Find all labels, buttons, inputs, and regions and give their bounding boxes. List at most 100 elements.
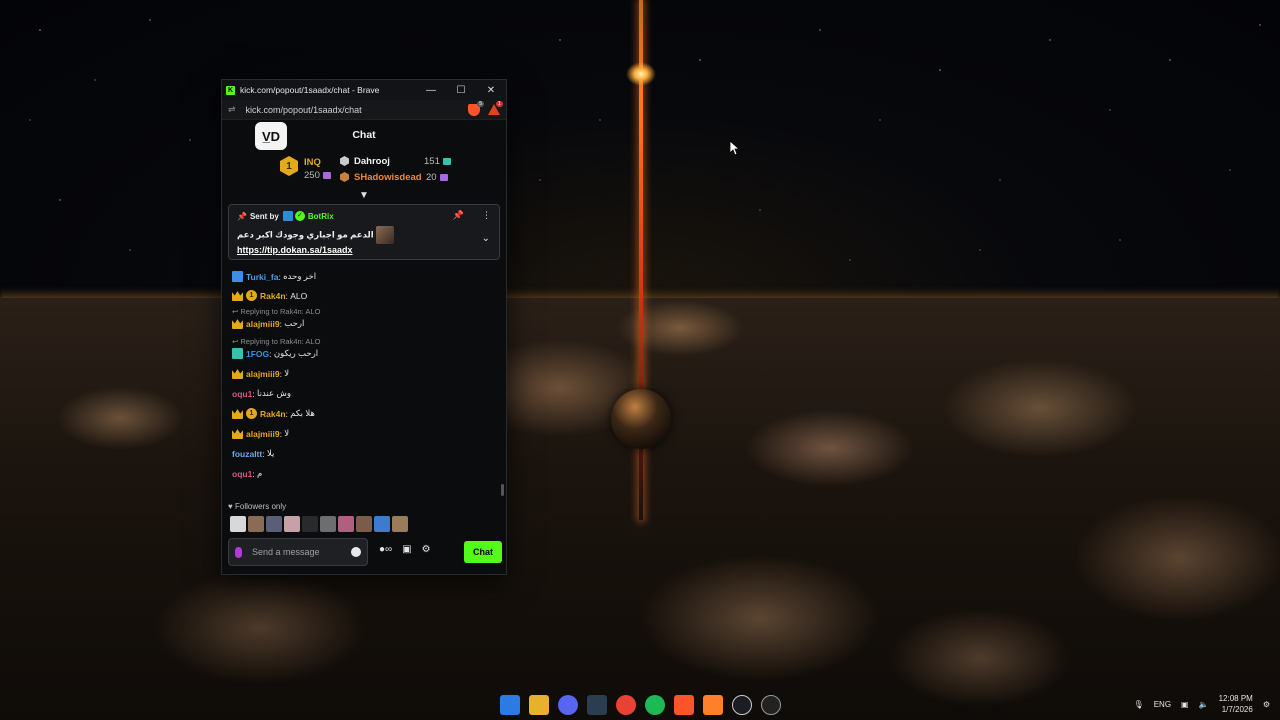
reply-text: Replying to Rak4n: ALO — [240, 337, 321, 346]
rewards-badge: 1 — [496, 101, 503, 107]
chat-username[interactable]: 1FOG — [246, 349, 269, 359]
minimize-button[interactable]: — — [416, 80, 446, 100]
site-settings-icon[interactable]: ⇌ — [228, 104, 236, 115]
file-explorer-icon[interactable] — [529, 695, 549, 715]
chat-message: Turki_fa: اخر وحده — [232, 271, 506, 282]
start-menu-icon[interactable] — [500, 695, 520, 715]
crown-badge-icon — [232, 409, 243, 419]
avatar[interactable] — [284, 516, 300, 532]
avatar[interactable] — [248, 516, 264, 532]
chat-username[interactable]: alajmiii9 — [246, 319, 280, 329]
chat-text: اخر وحده — [283, 271, 317, 281]
pinned-link[interactable]: https://tip.dokan.sa/1saadx — [237, 245, 491, 255]
system-tray: 🎙 ENG ▣ 🔈 12:08 PM 1/7/2026 ⚙ — [1134, 693, 1270, 715]
address-bar[interactable]: ⇌ kick.com/popout/1saadx/chat 5 1 — [222, 100, 506, 120]
avatar[interactable] — [338, 516, 354, 532]
chat-text: هلا بكم — [290, 408, 315, 418]
avatar[interactable] — [374, 516, 390, 532]
followers-only-notice: ♥ Followers only — [228, 502, 287, 511]
chat-username[interactable]: fouzaltt — [232, 449, 262, 459]
emoji-icon[interactable] — [351, 547, 361, 557]
rank-three-icon — [340, 172, 349, 182]
chat-tools: ●∞ ▣ ⚙ — [379, 544, 431, 555]
chat-text: يلا — [266, 448, 275, 458]
microphone-icon[interactable] — [235, 546, 242, 558]
reply-text: Replying to Rak4n: ALO — [240, 307, 321, 316]
reply-context[interactable]: ↩ Replying to Rak4n: ALO — [232, 337, 506, 346]
expand-leaderboard-icon[interactable]: ▼ — [222, 190, 506, 204]
leader-first-name[interactable]: INQ — [304, 157, 321, 168]
channel-avatar[interactable]: V̲D — [255, 122, 287, 150]
chat-username[interactable]: alajmiii9 — [246, 429, 280, 439]
crown-badge-icon — [232, 291, 243, 301]
send-chat-button[interactable]: Chat — [464, 541, 502, 563]
chat-username[interactable]: Rak4n — [260, 291, 286, 301]
avatar[interactable] — [320, 516, 336, 532]
rank-two-icon — [340, 156, 349, 166]
chat-message: 1FOG: ارحب ريكون — [232, 348, 506, 359]
discord-icon[interactable] — [558, 695, 578, 715]
taskbar-clock[interactable]: 12:08 PM 1/7/2026 — [1219, 693, 1253, 715]
chat-scrollbar[interactable] — [501, 484, 504, 496]
crown-badge-icon — [232, 369, 243, 379]
message-input[interactable]: Send a message — [252, 547, 351, 557]
gear-icon[interactable]: ⚙ — [422, 544, 431, 555]
pinned-message: 📌 Sent by ✓ BotRix الدعم مو اجباري وجودك… — [228, 204, 500, 260]
chat-username[interactable]: oqu1 — [232, 469, 252, 479]
url-text[interactable]: kick.com/popout/1saadx/chat — [246, 105, 468, 115]
avatar[interactable] — [230, 516, 246, 532]
emote-image — [376, 226, 394, 244]
pinned-sender-name[interactable]: BotRix — [308, 212, 334, 221]
chat-header: V̲D Chat — [222, 120, 506, 150]
leader-third-name[interactable]: SHadowisdead — [354, 172, 422, 183]
recorder-icon[interactable] — [761, 695, 781, 715]
dark-sphere — [611, 389, 671, 449]
avatar[interactable] — [266, 516, 282, 532]
chat-message: 1 Rak4n: هلا بكم — [232, 408, 506, 419]
chat-username[interactable]: oqu1 — [232, 389, 252, 399]
obs-icon[interactable] — [732, 695, 752, 715]
gift-icon — [322, 171, 331, 179]
sent-by-label: Sent by — [249, 211, 279, 221]
avatar[interactable] — [302, 516, 318, 532]
clock-date: 1/7/2026 — [1221, 705, 1253, 714]
chat-message: alajmiii9: ارحب — [232, 318, 506, 329]
chat-username[interactable]: Turki_fa — [246, 272, 278, 282]
chat-text: ارحب — [284, 318, 305, 328]
sub-badge-icon: 1 — [246, 290, 257, 301]
brave-shields-icon[interactable]: 5 — [468, 100, 484, 116]
leader-second-name[interactable]: Dahrooj — [354, 156, 390, 167]
window-titlebar[interactable]: K kick.com/popout/1saadx/chat - Brave — … — [222, 80, 506, 100]
chat-username[interactable]: Rak4n — [260, 409, 286, 419]
brave-icon[interactable] — [674, 695, 694, 715]
chat-text: لا — [284, 368, 290, 378]
pinned-message-text: الدعم مو اجباري وجودك اكبر دعم — [237, 226, 491, 244]
more-options-icon[interactable]: ⋮ — [482, 210, 491, 221]
language-indicator[interactable]: ENG — [1154, 700, 1171, 709]
mic-tray-icon[interactable]: 🎙 — [1134, 700, 1144, 709]
kicks-icon[interactable]: ●∞ — [379, 544, 392, 555]
kick-favicon-icon: K — [226, 85, 235, 95]
chrome-icon[interactable] — [616, 695, 636, 715]
chat-text: وش عندنا — [257, 388, 291, 398]
unpin-icon[interactable]: 📌 — [453, 210, 464, 221]
app-a-icon[interactable] — [703, 695, 723, 715]
close-button[interactable]: ✕ — [476, 80, 506, 100]
avatar[interactable] — [392, 516, 408, 532]
spotify-icon[interactable] — [645, 695, 665, 715]
notifications-icon[interactable]: ⚙ — [1263, 700, 1270, 709]
maximize-button[interactable]: ☐ — [446, 80, 476, 100]
window-title: kick.com/popout/1saadx/chat - Brave — [240, 85, 380, 95]
chat-username[interactable]: alajmiii9 — [246, 369, 280, 379]
network-icon[interactable]: ▣ — [1181, 700, 1189, 709]
volume-icon[interactable]: 🔈 — [1199, 700, 1209, 709]
chevron-down-icon[interactable]: ⌄ — [482, 233, 490, 244]
store-icon[interactable]: ▣ — [402, 544, 411, 555]
reply-context[interactable]: ↩ Replying to Rak4n: ALO — [232, 307, 506, 316]
brave-rewards-icon[interactable]: 1 — [488, 101, 503, 115]
message-composer[interactable]: Send a message — [228, 538, 368, 566]
terminal-icon[interactable] — [587, 695, 607, 715]
chat-text: لا — [284, 428, 290, 438]
chat-message: 1 Rak4n: ALO — [232, 290, 506, 301]
avatar[interactable] — [356, 516, 372, 532]
